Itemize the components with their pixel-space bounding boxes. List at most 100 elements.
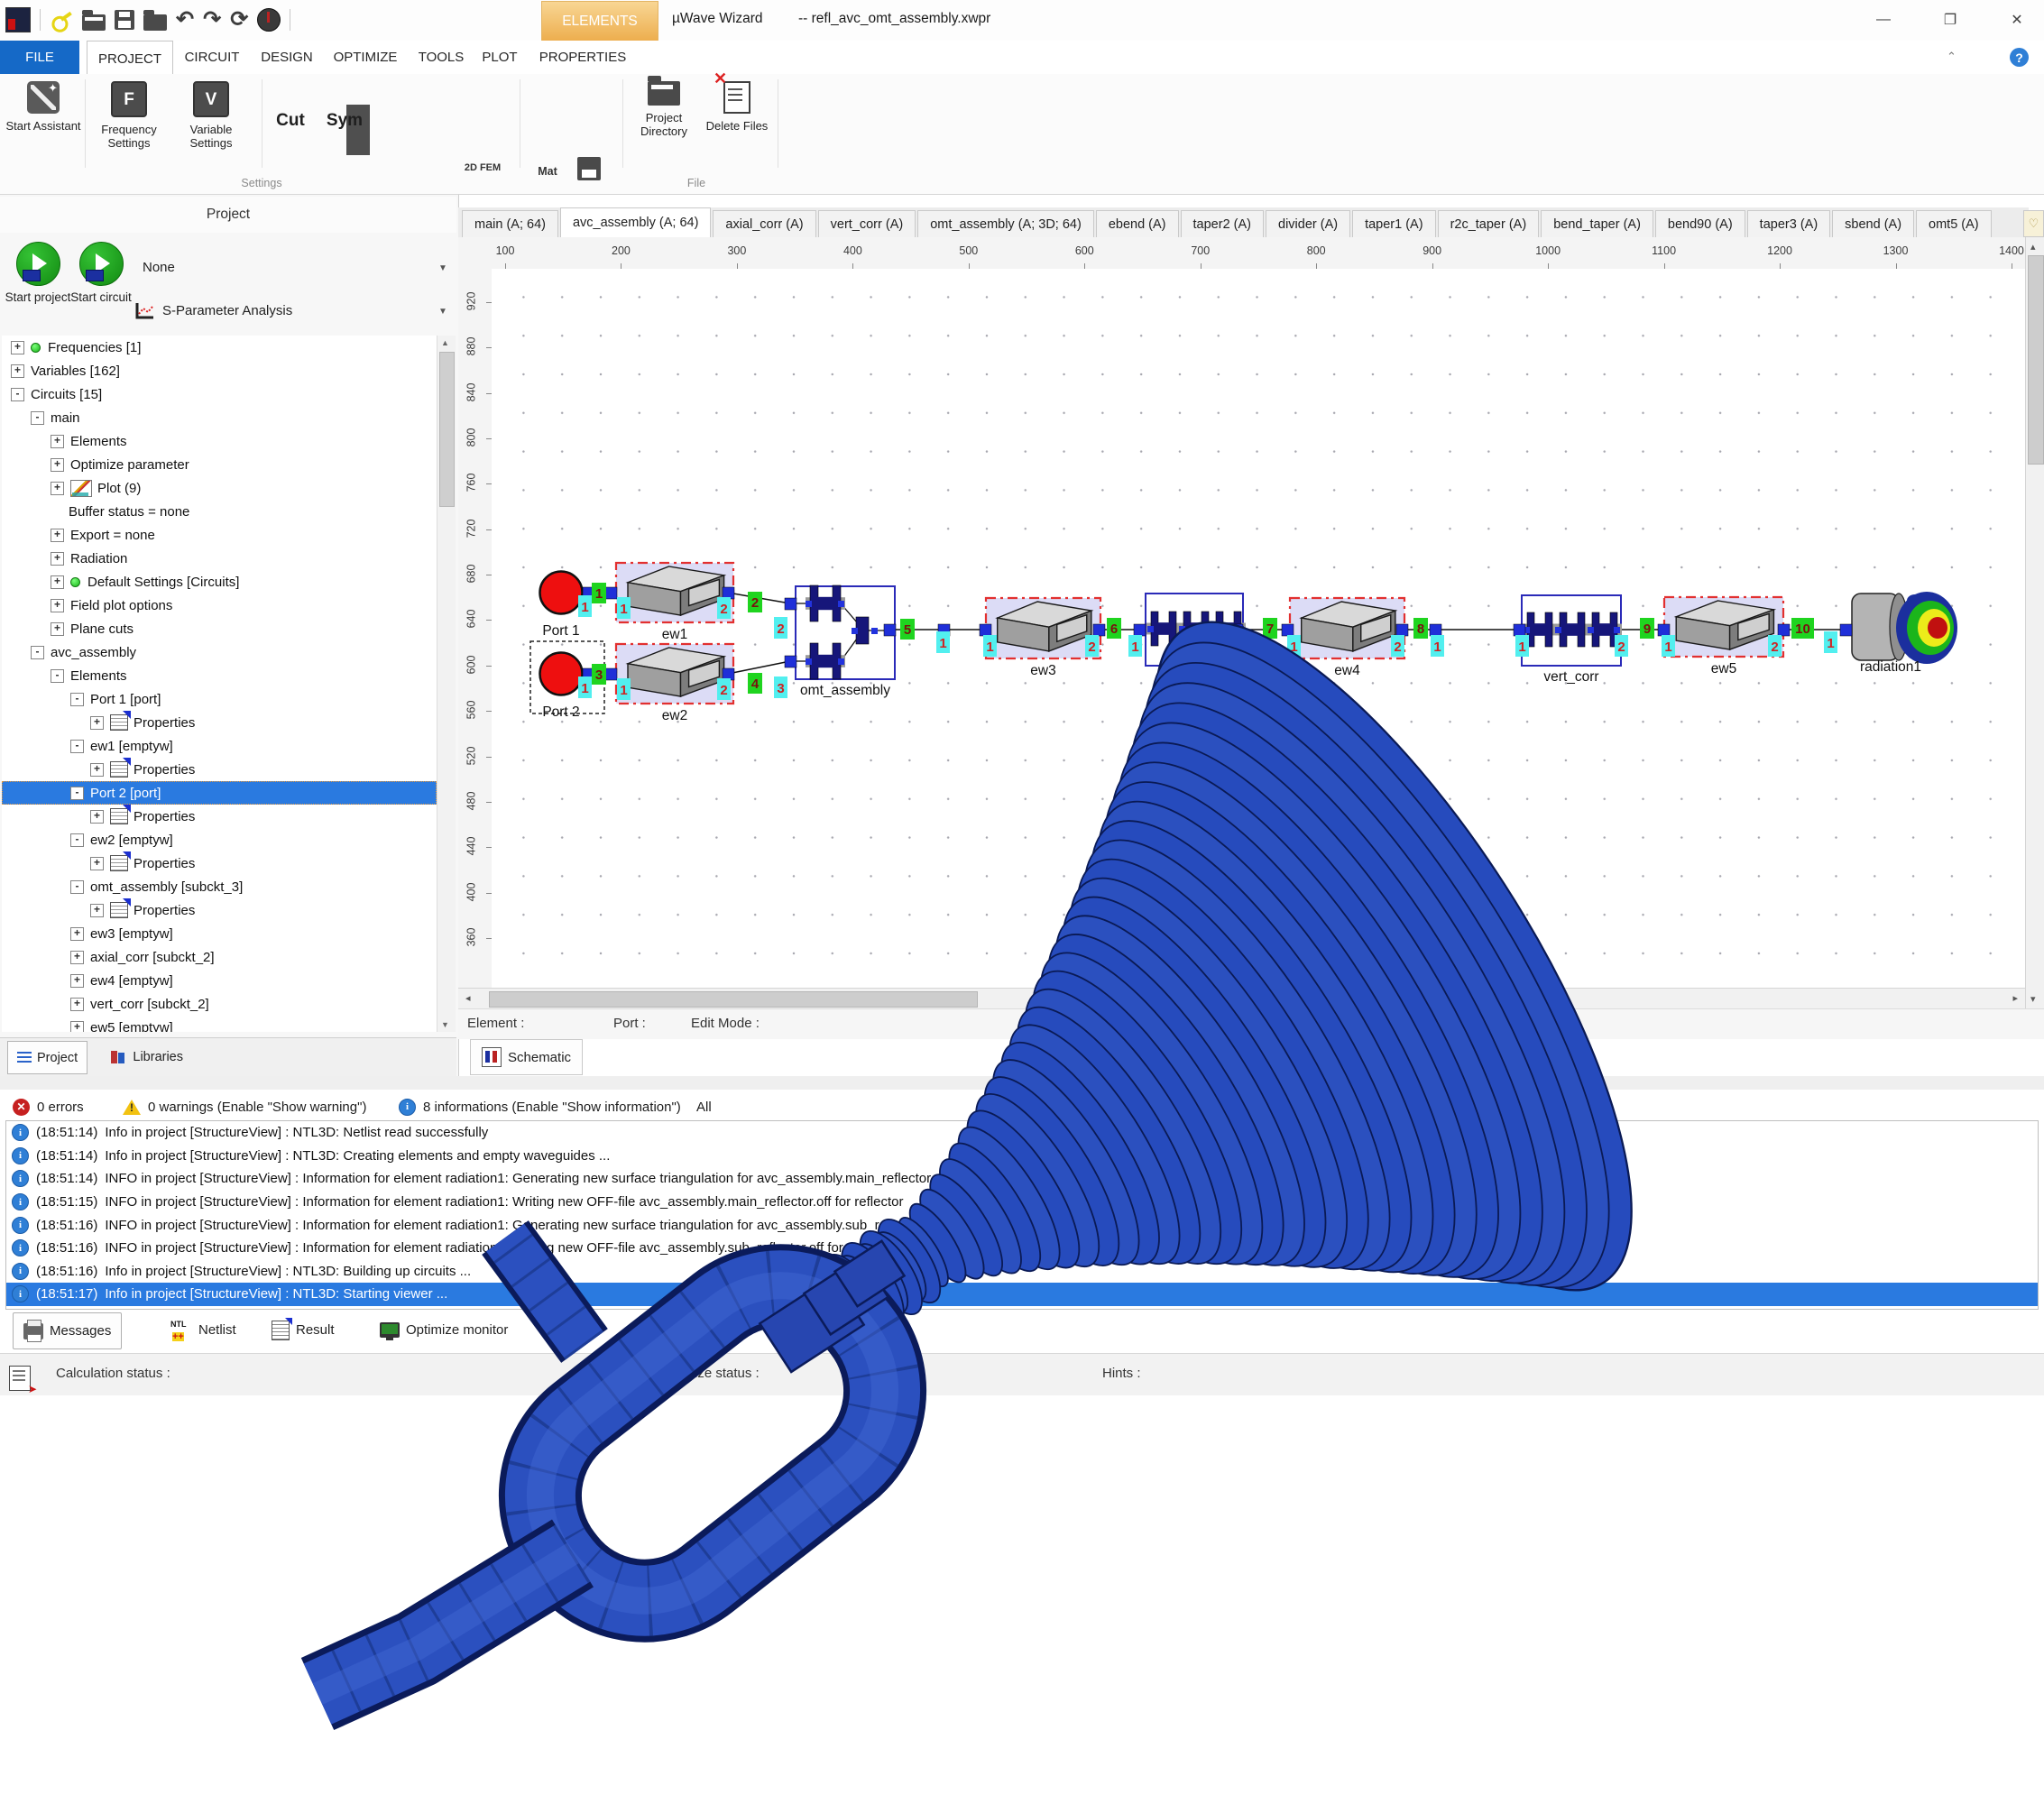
expand-icon[interactable]: + <box>70 998 84 1011</box>
message-row[interactable]: i(18:51:16)INFO in project [StructureVie… <box>6 1213 2038 1237</box>
circuit-tab-ebend-a[interactable]: ebend (A) <box>1096 210 1179 237</box>
expand-icon[interactable]: + <box>70 974 84 988</box>
connection-node[interactable] <box>884 624 896 636</box>
tree-item-port-2-port[interactable]: -Port 2 [port] <box>2 781 437 805</box>
warnings-filter[interactable]: 0 warnings (Enable "Show warning") <box>123 1095 366 1118</box>
schematic-element-port-1[interactable]: Port 1 <box>540 572 583 640</box>
expand-icon[interactable]: + <box>51 435 64 448</box>
collapse-icon[interactable]: - <box>70 833 84 847</box>
expand-icon[interactable]: + <box>51 458 64 472</box>
schematic-element-axial_corr[interactable]: axial_corr <box>1146 594 1246 685</box>
tree-item-ew1-emptyw[interactable]: -ew1 [emptyw] <box>2 734 437 758</box>
bottom-tab-netlist[interactable]: Netlist <box>161 1312 246 1348</box>
close-button[interactable]: ✕ <box>1997 5 2037 34</box>
connection-node[interactable] <box>1840 624 1852 636</box>
wire[interactable] <box>728 661 790 674</box>
collapse-icon[interactable]: - <box>70 740 84 753</box>
tab-schematic-view[interactable]: Schematic <box>470 1039 583 1075</box>
ribbon-tab-design[interactable]: DESIGN <box>254 41 319 74</box>
mat-button[interactable]: Mat <box>528 166 567 177</box>
expand-icon[interactable]: + <box>70 927 84 941</box>
collapse-ribbon-icon[interactable]: ⌃ <box>1947 50 1957 64</box>
fem-2d-button[interactable]: 2D FEM <box>462 162 503 173</box>
canvas-hscrollbar[interactable]: ◂ ▸ <box>458 988 2025 1009</box>
collapse-icon[interactable]: - <box>11 388 24 401</box>
tree-item-default-settings-circuits[interactable]: +Default Settings [Circuits] <box>2 570 437 594</box>
tree-item-export-none[interactable]: +Export = none <box>2 523 437 547</box>
bottom-tab-optimize-monitor[interactable]: Optimize monitor <box>370 1312 518 1348</box>
tree-item-axial-corr-subckt-2[interactable]: +axial_corr [subckt_2] <box>2 945 437 969</box>
save-icon[interactable] <box>115 10 134 30</box>
tree-item-optimize-parameter[interactable]: +Optimize parameter <box>2 453 437 476</box>
help-icon[interactable]: ? <box>2010 48 2029 67</box>
scroll-up-icon[interactable]: ▲ <box>441 338 449 347</box>
expand-icon[interactable]: + <box>51 482 64 495</box>
tree-item-plane-cuts[interactable]: +Plane cuts <box>2 617 437 640</box>
ribbon-tab-project[interactable]: PROJECT <box>87 41 173 76</box>
context-tab-elements[interactable]: ELEMENTS <box>541 1 658 41</box>
connection-node[interactable] <box>1778 624 1790 636</box>
start-assistant-button[interactable]: Start Assistant <box>5 78 81 175</box>
message-row[interactable]: i(18:51:14)Info in project [StructureVie… <box>6 1145 2038 1168</box>
abort-icon[interactable] <box>257 8 281 32</box>
schematic-element-ew3[interactable]: ew3 <box>986 598 1100 678</box>
tree-item-variables-162[interactable]: +Variables [162] <box>2 359 437 382</box>
ribbon-tab-properties[interactable]: PROPERTIES <box>534 41 631 74</box>
expand-icon[interactable]: + <box>51 575 64 589</box>
ribbon-tab-plot[interactable]: PLOT <box>476 41 523 74</box>
errors-filter[interactable]: ✕ 0 errors <box>13 1095 84 1118</box>
circuit-tab-main-a-64[interactable]: main (A; 64) <box>462 210 558 237</box>
bottom-tab-messages[interactable]: Messages <box>13 1312 122 1349</box>
connection-node[interactable] <box>1093 624 1105 636</box>
schematic-element-ew5[interactable]: ew5 <box>1664 597 1783 676</box>
message-row[interactable]: i(18:51:15)INFO in project [StructureVie… <box>6 1191 2038 1214</box>
panel-tab-project[interactable]: Project <box>7 1041 87 1074</box>
message-row[interactable]: i(18:51:14)Info in project [StructureVie… <box>6 1121 2038 1145</box>
sym-button[interactable]: Sym <box>316 78 373 211</box>
expand-icon[interactable]: + <box>90 716 104 730</box>
ribbon-tab-tools[interactable]: TOOLS <box>413 41 469 74</box>
variable-settings-button[interactable]: V Variable Settings <box>171 78 251 175</box>
expand-icon[interactable]: + <box>70 1021 84 1033</box>
expand-icon[interactable]: + <box>51 552 64 566</box>
circuit-tab-omt5-a[interactable]: omt5 (A) <box>1916 210 1992 237</box>
folder-icon[interactable] <box>143 14 167 31</box>
schematic-element-vert_corr[interactable]: vert_corr <box>1522 595 1622 685</box>
panel-tab-libraries[interactable]: Libraries <box>102 1041 192 1072</box>
circuit-tab-vert-corr-a[interactable]: vert_corr (A) <box>818 210 916 237</box>
chevron-down-icon[interactable]: ▼ <box>438 263 447 273</box>
scrollbar-thumb[interactable] <box>489 991 978 1008</box>
tree-item-properties[interactable]: +Properties <box>2 851 437 875</box>
circuit-tab-taper2-a[interactable]: taper2 (A) <box>1181 210 1264 237</box>
connection-node[interactable] <box>1134 624 1146 636</box>
message-row[interactable]: i(18:51:14)INFO in project [StructureVie… <box>6 1167 2038 1191</box>
minimize-button[interactable]: — <box>1864 5 1903 34</box>
collapse-icon[interactable]: - <box>51 669 64 683</box>
tree-item-properties[interactable]: +Properties <box>2 805 437 828</box>
tree-item-ew3-emptyw[interactable]: +ew3 [emptyw] <box>2 922 437 945</box>
scroll-left-icon[interactable]: ◂ <box>465 992 471 1004</box>
expand-icon[interactable]: + <box>90 857 104 870</box>
message-row[interactable]: i(18:51:16)Info in project [StructureVie… <box>6 1260 2038 1284</box>
tree-item-port-1-port[interactable]: -Port 1 [port] <box>2 687 437 711</box>
message-row[interactable]: i(18:51:17)Info in project [StructureVie… <box>6 1283 2038 1306</box>
expand-icon[interactable]: + <box>51 599 64 612</box>
delete-files-button[interactable]: Delete Files <box>705 78 769 175</box>
frequency-settings-button[interactable]: F Frequency Settings <box>89 78 169 175</box>
tree-item-elements[interactable]: +Elements <box>2 429 437 453</box>
message-row[interactable]: i(18:51:16)INFO in project [StructureVie… <box>6 1237 2038 1260</box>
schematic-canvas[interactable]: ew1ew2ew3ew4ew5omt_assemblyaxial_corrver… <box>492 269 2025 988</box>
circuit-tab-sbend-a[interactable]: sbend (A) <box>1832 210 1914 237</box>
maximize-button[interactable]: ❐ <box>1930 5 1970 34</box>
start-circuit-button[interactable] <box>79 242 124 286</box>
tree-item-ew5-emptyw[interactable]: +ew5 [emptyw] <box>2 1016 437 1032</box>
start-project-button[interactable] <box>16 242 60 286</box>
circuit-tab-bend90-a[interactable]: bend90 (A) <box>1655 210 1745 237</box>
tree-item-properties[interactable]: +Properties <box>2 758 437 781</box>
connection-node[interactable] <box>1658 624 1670 636</box>
schematic-element-ew4[interactable]: ew4 <box>1290 598 1404 678</box>
preset-dropdown[interactable]: None <box>143 260 175 275</box>
tree-item-vert-corr-subckt-2[interactable]: +vert_corr [subckt_2] <box>2 992 437 1016</box>
license-key-icon[interactable] <box>48 8 74 32</box>
schematic-element-ew2[interactable]: ew2 <box>616 644 733 723</box>
